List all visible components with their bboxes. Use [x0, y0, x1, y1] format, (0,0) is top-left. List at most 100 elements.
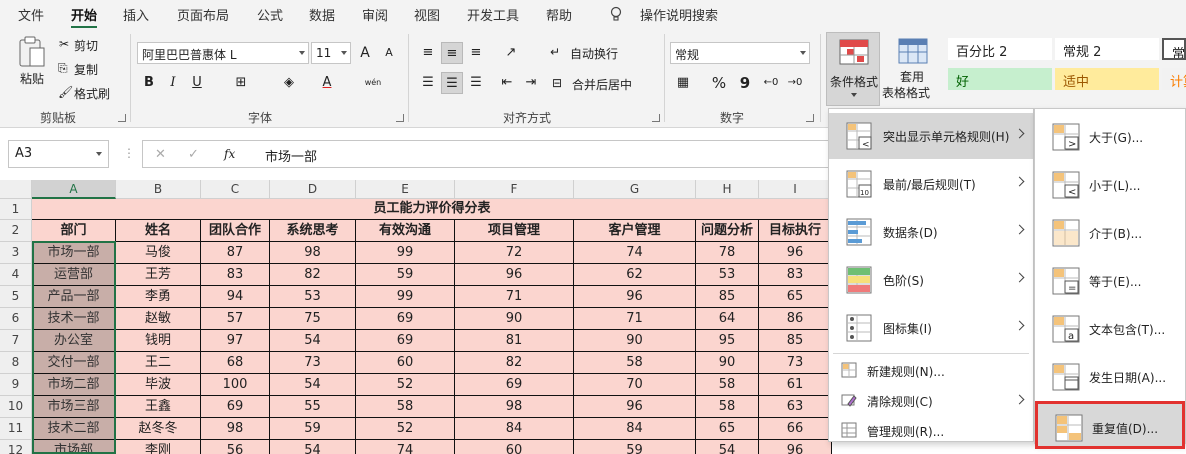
table-cell[interactable]: 84: [455, 418, 574, 440]
table-cell[interactable]: 李刚: [116, 440, 201, 454]
row-header-7[interactable]: 7: [0, 330, 32, 352]
table-cell[interactable]: 98: [270, 242, 356, 264]
table-cell[interactable]: 53: [270, 286, 356, 308]
sheet-title[interactable]: 员工能力评价得分表: [32, 199, 832, 220]
row-header-8[interactable]: 8: [0, 352, 32, 374]
row-header-4[interactable]: 4: [0, 264, 32, 286]
tab-help[interactable]: 帮助: [546, 5, 572, 24]
format-painter-button[interactable]: 格式刷: [74, 85, 110, 102]
table-cell[interactable]: 59: [270, 418, 356, 440]
table-cell[interactable]: 98: [455, 396, 574, 418]
table-cell[interactable]: 59: [574, 440, 696, 454]
department-cell[interactable]: 技术二部: [32, 418, 116, 440]
table-cell[interactable]: 60: [455, 440, 574, 454]
table-cell[interactable]: 李勇: [116, 286, 201, 308]
row-header-10[interactable]: 10: [0, 396, 32, 418]
table-cell[interactable]: 71: [455, 286, 574, 308]
table-cell[interactable]: 60: [356, 352, 455, 374]
table-cell[interactable]: 96: [574, 286, 696, 308]
table-cell[interactable]: 73: [270, 352, 356, 374]
cf-menu-item[interactable]: 清除规则(C): [829, 385, 1033, 415]
table-cell[interactable]: 85: [696, 286, 759, 308]
cf-menu-item[interactable]: 图标集(I): [829, 305, 1033, 351]
row-header-2[interactable]: 2: [0, 220, 32, 242]
style-percent-2[interactable]: 百分比 2: [948, 38, 1052, 60]
table-cell[interactable]: 54: [270, 330, 356, 352]
tab-home[interactable]: 开始: [71, 5, 98, 29]
table-cell[interactable]: 90: [455, 308, 574, 330]
header-cell[interactable]: 姓名: [116, 220, 201, 242]
table-cell[interactable]: 55: [270, 396, 356, 418]
table-cell[interactable]: 82: [270, 264, 356, 286]
department-cell[interactable]: 技术一部: [32, 308, 116, 330]
header-cell[interactable]: 有效沟通: [356, 220, 455, 242]
table-cell[interactable]: 73: [759, 352, 832, 374]
table-cell[interactable]: 58: [574, 352, 696, 374]
highlight-rule-item[interactable]: a 文本包含(T)...: [1035, 305, 1185, 353]
header-cell[interactable]: 客户管理: [574, 220, 696, 242]
table-cell[interactable]: 95: [696, 330, 759, 352]
percent-style-button[interactable]: %: [708, 72, 730, 94]
align-middle-icon[interactable]: ≡: [441, 42, 463, 64]
increase-font-size-button[interactable]: A: [354, 42, 376, 64]
cf-menu-item[interactable]: 数据条(D): [829, 209, 1033, 255]
table-cell[interactable]: 68: [201, 352, 270, 374]
row-header-3[interactable]: 3: [0, 242, 32, 264]
table-cell[interactable]: 62: [574, 264, 696, 286]
highlight-rule-item[interactable]: 介于(B)...: [1035, 209, 1185, 257]
increase-indent-icon[interactable]: ⇥: [520, 72, 542, 94]
cut-icon[interactable]: ✂: [59, 37, 69, 51]
format-as-table-icon[interactable]: [898, 38, 928, 64]
column-header-b[interactable]: B: [116, 180, 201, 199]
department-cell[interactable]: 交付一部: [32, 352, 116, 374]
paste-label[interactable]: 粘贴: [20, 70, 44, 87]
enter-icon[interactable]: ✓: [188, 147, 199, 162]
table-cell[interactable]: 100: [201, 374, 270, 396]
table-cell[interactable]: 83: [759, 264, 832, 286]
column-header-c[interactable]: C: [201, 180, 270, 199]
column-header-d[interactable]: D: [270, 180, 356, 199]
table-cell[interactable]: 84: [574, 418, 696, 440]
table-cell[interactable]: 96: [574, 396, 696, 418]
align-bottom-icon[interactable]: ≡: [465, 42, 487, 64]
format-as-table-label-line2[interactable]: 表格格式: [882, 84, 930, 101]
borders-icon[interactable]: ⊞: [230, 72, 252, 94]
table-cell[interactable]: 75: [270, 308, 356, 330]
tab-insert[interactable]: 插入: [123, 5, 149, 24]
cf-menu-item[interactable]: 管理规则(R)...: [829, 415, 1033, 445]
column-header-e[interactable]: E: [356, 180, 455, 199]
department-cell[interactable]: 市场部: [32, 440, 116, 454]
comma-style-button[interactable]: 9: [734, 72, 756, 94]
table-cell[interactable]: 赵冬冬: [116, 418, 201, 440]
table-cell[interactable]: 81: [455, 330, 574, 352]
table-cell[interactable]: 53: [696, 264, 759, 286]
cf-menu-item[interactable]: 色阶(S): [829, 257, 1033, 303]
phonetic-guide-button[interactable]: wén: [362, 72, 384, 94]
orientation-icon[interactable]: ↗: [500, 42, 522, 64]
table-cell[interactable]: 52: [356, 374, 455, 396]
font-size-select[interactable]: 11: [311, 42, 351, 64]
merge-center-icon[interactable]: ⊟: [552, 76, 562, 90]
table-cell[interactable]: 83: [201, 264, 270, 286]
style-normal[interactable]: 常规: [1162, 38, 1186, 60]
wrap-text-button[interactable]: 自动换行: [570, 45, 618, 62]
header-cell[interactable]: 问题分析: [696, 220, 759, 242]
style-good[interactable]: 好: [948, 68, 1052, 90]
format-as-table-label-line1[interactable]: 套用: [900, 68, 924, 85]
table-cell[interactable]: 90: [696, 352, 759, 374]
table-cell[interactable]: 王芳: [116, 264, 201, 286]
decrease-decimal-icon[interactable]: →0: [784, 72, 806, 94]
table-cell[interactable]: 64: [696, 308, 759, 330]
conditional-formatting-button[interactable]: 条件格式: [826, 32, 880, 106]
table-cell[interactable]: 71: [574, 308, 696, 330]
column-header-g[interactable]: G: [574, 180, 696, 199]
table-cell[interactable]: 70: [574, 374, 696, 396]
row-header-9[interactable]: 9: [0, 374, 32, 396]
department-cell[interactable]: 办公室: [32, 330, 116, 352]
header-cell[interactable]: 目标执行: [759, 220, 832, 242]
format-painter-icon[interactable]: 🖌: [58, 85, 73, 99]
table-cell[interactable]: 王二: [116, 352, 201, 374]
align-left-icon[interactable]: ☰: [417, 72, 439, 94]
select-all-corner[interactable]: [0, 180, 32, 199]
number-launcher-icon[interactable]: [806, 114, 814, 122]
